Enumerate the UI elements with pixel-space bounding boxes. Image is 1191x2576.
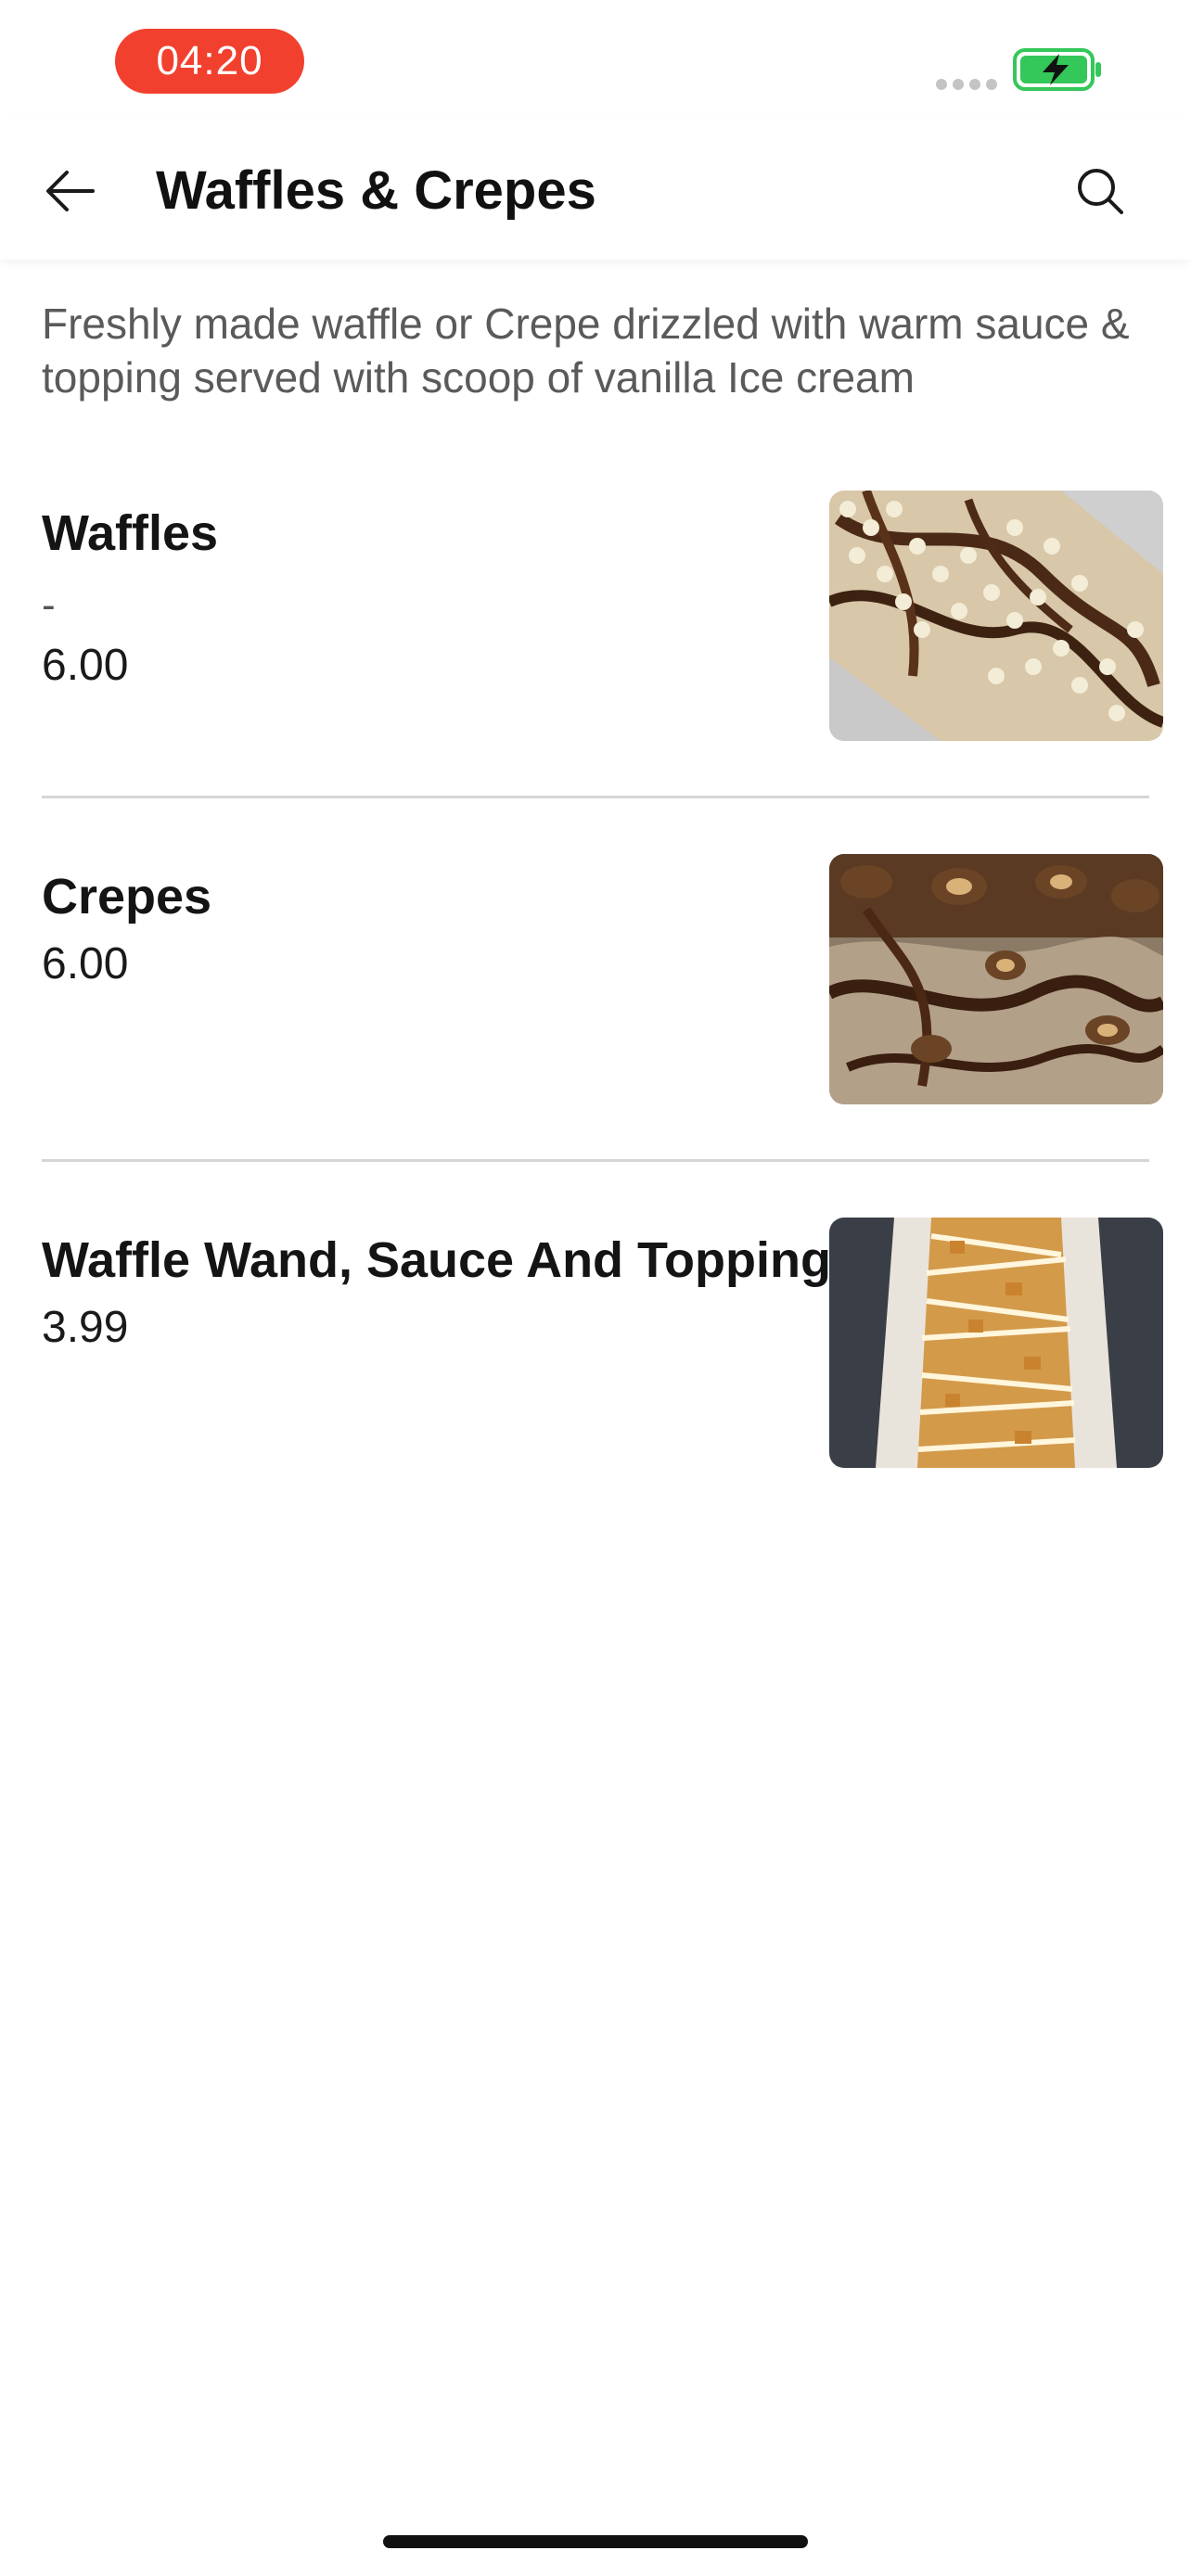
- item-name: Waffles: [42, 505, 219, 561]
- item-price: 6.00: [42, 939, 129, 988]
- status-bar: 04:20: [0, 0, 1191, 121]
- home-indicator: [383, 2535, 808, 2548]
- item-subtitle: -: [42, 582, 56, 628]
- item-price: 3.99: [42, 1303, 129, 1352]
- item-divider: [42, 796, 1149, 798]
- signal-icon: [936, 79, 997, 90]
- menu-item-waffle-wand[interactable]: Waffle Wand, Sauce And Topping 3.99: [0, 1191, 1191, 1487]
- item-name: Crepes: [42, 869, 212, 925]
- menu-item-waffles[interactable]: Waffles - 6.00: [0, 464, 1191, 798]
- crepe-photo: [829, 854, 1163, 1104]
- app-header: Waffles & Crepes: [0, 121, 1191, 260]
- item-name: Waffle Wand, Sauce And Topping: [42, 1232, 831, 1288]
- item-divider: [42, 1159, 1149, 1162]
- waffle-photo: [829, 491, 1163, 741]
- arrow-left-icon: [46, 171, 95, 211]
- page-title: Waffles & Crepes: [156, 160, 596, 221]
- status-time: 04:20: [115, 29, 304, 94]
- back-button[interactable]: [33, 154, 108, 228]
- menu-item-crepes[interactable]: Crepes 6.00: [0, 827, 1191, 1162]
- category-description: Freshly made waffle or Crepe drizzled wi…: [42, 300, 1130, 402]
- search-button[interactable]: [1063, 154, 1137, 228]
- waffle-wand-photo: [829, 1218, 1163, 1468]
- item-price: 6.00: [42, 641, 129, 690]
- search-icon: [1078, 169, 1123, 214]
- battery-charging-icon: [1013, 48, 1101, 91]
